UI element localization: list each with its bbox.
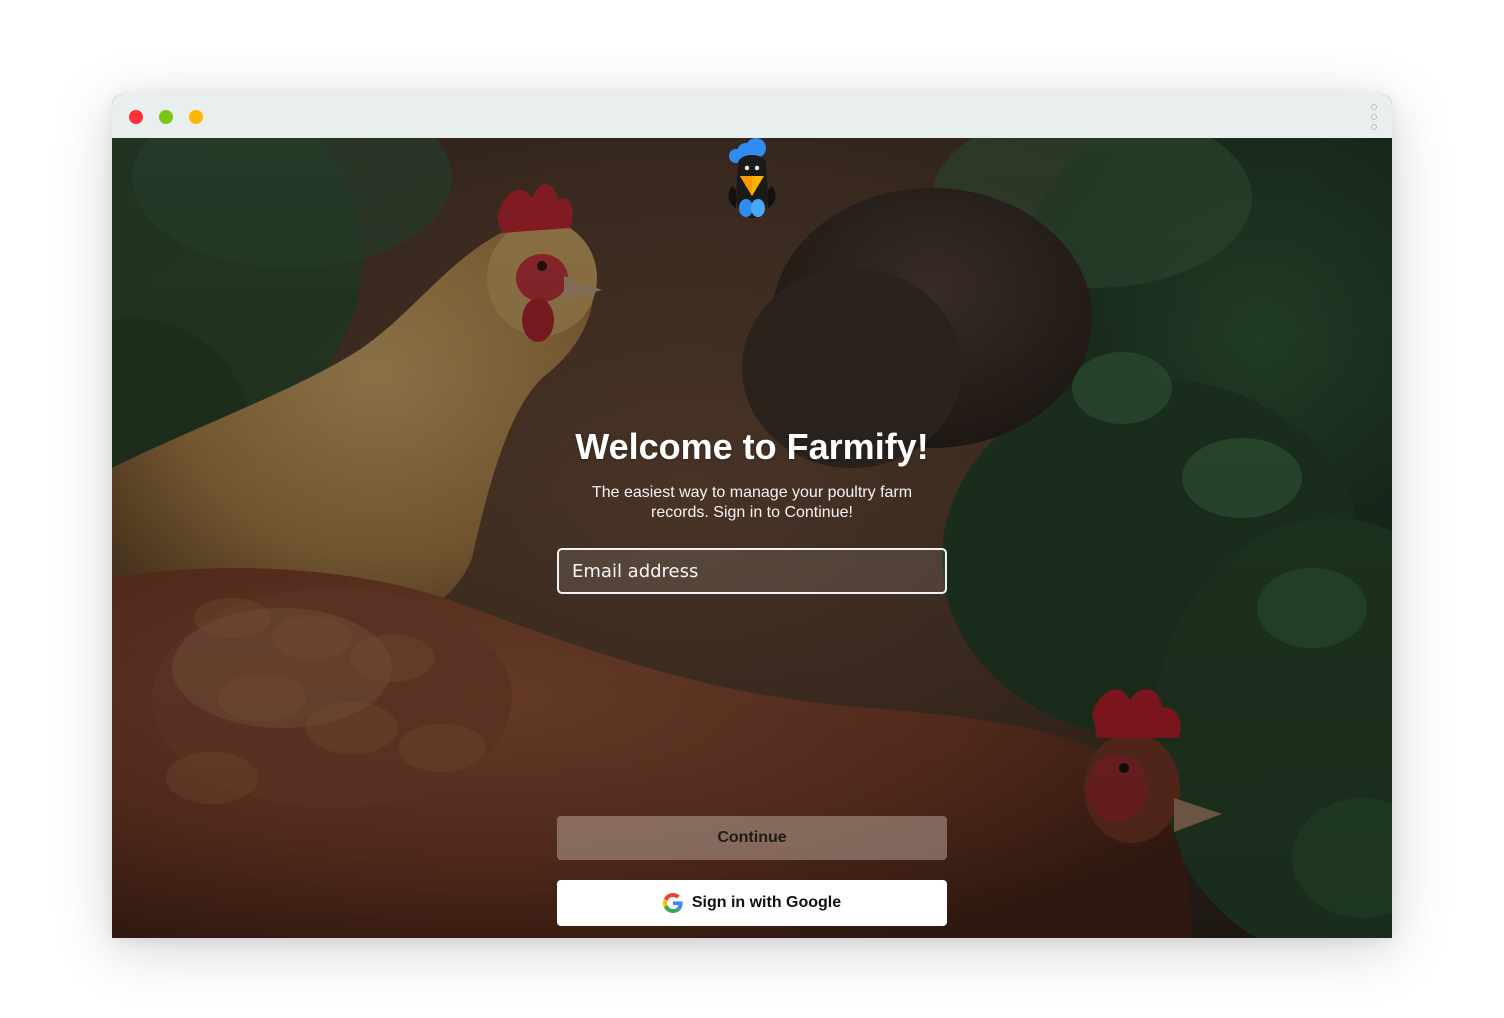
google-button-label: Sign in with Google (691, 894, 842, 911)
login-screen: Welcome to Farmify! The easiest way to m… (112, 138, 1392, 938)
zoom-window-button[interactable] (189, 110, 203, 124)
email-field[interactable] (557, 548, 947, 594)
browser-window: Welcome to Farmify! The easiest way to m… (112, 95, 1392, 938)
window-titlebar (112, 95, 1392, 139)
welcome-subtitle: The easiest way to manage your poultry f… (591, 484, 913, 521)
close-window-button[interactable] (129, 110, 143, 124)
google-g-icon (662, 893, 683, 913)
minimize-window-button[interactable] (159, 110, 173, 124)
continue-button[interactable]: Continue (557, 816, 947, 860)
login-panel: Welcome to Farmify! The easiest way to m… (112, 138, 1392, 938)
sign-in-with-google-button[interactable]: Sign in with Google (557, 880, 947, 926)
welcome-title: Welcome to Farmify! (575, 426, 929, 467)
kebab-menu-icon[interactable] (1370, 104, 1378, 130)
